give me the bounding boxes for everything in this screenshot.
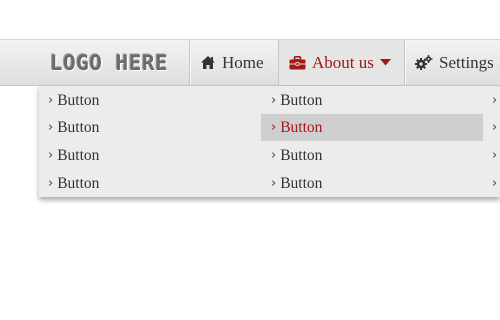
- nav-settings[interactable]: Settings: [405, 40, 500, 85]
- dropdown-item-partial[interactable]: ›: [492, 142, 500, 169]
- dropdown-item-partial[interactable]: ›: [492, 170, 500, 197]
- dropdown-item[interactable]: › Button: [48, 87, 99, 114]
- dropdown-item-label: Button: [280, 146, 323, 164]
- briefcase-icon: [289, 55, 306, 70]
- logo[interactable]: LOGO HERE: [30, 40, 188, 85]
- nav-about-us[interactable]: About us: [279, 40, 404, 85]
- top-nav-bar: LOGO HERE Home About us Settings: [0, 39, 500, 86]
- dropdown-item[interactable]: › Button: [48, 114, 99, 141]
- chevron-right-icon: ›: [48, 120, 54, 135]
- dropdown-item-label: Button: [280, 118, 323, 136]
- chevron-right-icon: ›: [271, 176, 277, 191]
- chevron-right-icon: ›: [492, 93, 498, 108]
- chevron-right-icon: ›: [492, 148, 498, 163]
- gears-icon: [415, 54, 433, 71]
- chevron-right-icon: ›: [271, 120, 277, 135]
- logo-text: LOGO HERE: [49, 50, 169, 75]
- chevron-right-icon: ›: [48, 148, 54, 163]
- nav-settings-label: Settings: [439, 52, 494, 72]
- chevron-right-icon: ›: [48, 176, 54, 191]
- page: LOGO HERE Home About us Settings › Butto…: [0, 0, 500, 320]
- dropdown-item[interactable]: › Button: [261, 142, 483, 169]
- nav-home[interactable]: Home: [190, 40, 278, 85]
- dropdown-item[interactable]: › Button: [48, 142, 99, 169]
- dropdown-item-label: Button: [280, 174, 323, 192]
- chevron-right-icon: ›: [492, 176, 498, 191]
- chevron-right-icon: ›: [48, 93, 54, 108]
- dropdown-item-label: Button: [57, 118, 100, 136]
- dropdown-item-label: Button: [57, 91, 100, 109]
- nav-home-label: Home: [222, 52, 264, 72]
- caret-down-icon: [379, 59, 391, 66]
- chevron-right-icon: ›: [271, 148, 277, 163]
- dropdown-item-label: Button: [280, 91, 323, 109]
- about-us-dropdown: › Button › Button › Button › Button › Bu…: [39, 86, 500, 197]
- dropdown-item-partial[interactable]: ›: [492, 114, 500, 141]
- dropdown-item-label: Button: [57, 146, 100, 164]
- dropdown-item[interactable]: › Button: [261, 170, 483, 197]
- dropdown-item[interactable]: › Button: [261, 87, 483, 114]
- dropdown-item-partial[interactable]: ›: [492, 87, 500, 114]
- dropdown-item-label: Button: [57, 174, 100, 192]
- dropdown-item[interactable]: › Button: [48, 170, 99, 197]
- chevron-right-icon: ›: [492, 120, 498, 135]
- nav-about-us-label: About us: [312, 52, 374, 72]
- home-icon: [200, 55, 216, 70]
- chevron-right-icon: ›: [271, 93, 277, 108]
- dropdown-item-highlighted[interactable]: › Button: [261, 114, 483, 141]
